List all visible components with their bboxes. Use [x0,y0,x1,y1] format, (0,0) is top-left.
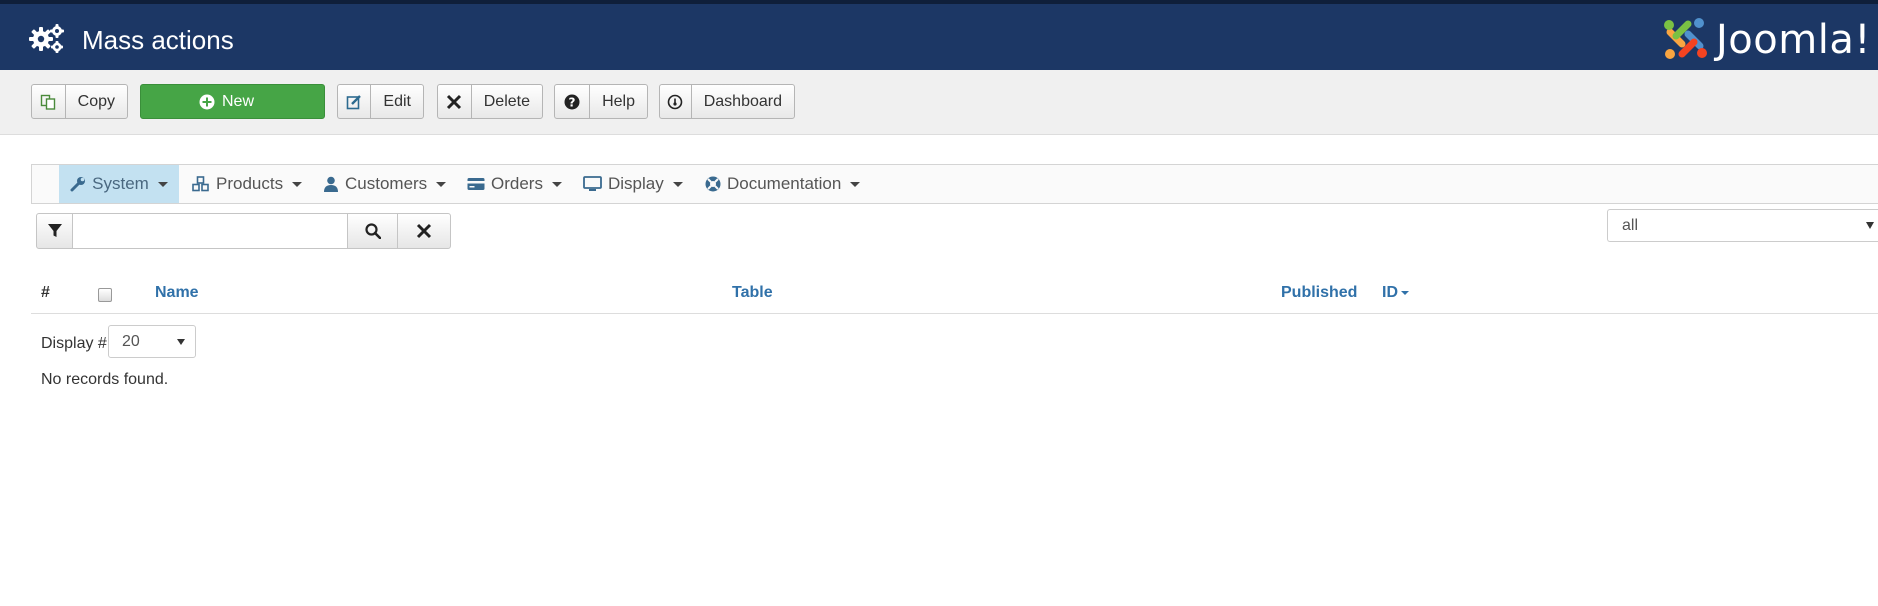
nav-customers-label: Customers [345,174,428,193]
column-number: # [41,284,50,301]
filter-toggle-button[interactable] [36,213,73,249]
chevron-down-icon [157,181,168,187]
delete-button[interactable]: Delete [437,84,543,119]
main-nav: System Products Customers Orders Display… [31,164,1878,204]
column-id[interactable]: ID [1382,284,1409,302]
copy-icon [32,85,66,118]
select-all-checkbox[interactable] [98,288,112,302]
empty-state-message: No records found. [41,371,169,388]
chevron-down-icon [292,181,303,187]
sort-desc-icon [1401,290,1409,295]
search-button[interactable] [347,213,398,249]
dashboard-button[interactable]: Dashboard [659,84,795,119]
column-id-label: ID [1382,284,1398,301]
help-button[interactable]: ? Help [554,84,648,119]
close-icon [416,223,432,239]
nav-orders[interactable]: Orders [467,165,562,203]
question-circle-icon: ? [555,85,591,118]
column-name[interactable]: Name [155,284,199,302]
published-filter-select[interactable]: all [1607,209,1878,242]
cubes-icon [192,176,209,192]
search-input[interactable] [72,213,348,249]
nav-system[interactable]: System [59,165,179,203]
chevron-down-icon [551,181,562,187]
nav-documentation-label: Documentation [727,174,842,193]
copy-button[interactable]: Copy [31,84,128,119]
edit-icon [338,85,372,118]
lifebuoy-icon [705,176,721,192]
chevron-down-icon [177,339,185,345]
header-bar: Mass actions Joomla! [0,0,1878,70]
edit-label: Edit [383,92,411,110]
delete-x-icon [438,85,472,118]
nav-products-label: Products [216,174,284,193]
nav-system-label: System [92,174,149,193]
new-button[interactable]: New [140,84,325,119]
toolbar: Copy New Edit Delete ? Help Dashboard [0,70,1878,135]
joomla-logo-icon [1664,18,1707,59]
clear-search-button[interactable] [397,213,451,249]
copy-label: Copy [77,92,115,110]
nav-display[interactable]: Display [583,165,683,203]
edit-button[interactable]: Edit [337,84,424,119]
display-limit-value: 20 [122,332,140,350]
chevron-down-icon [850,181,861,187]
monitor-icon [583,176,602,191]
nav-customers[interactable]: Customers [323,165,447,203]
display-limit-select[interactable]: 20 [108,325,196,358]
chevron-down-icon [672,181,683,187]
plus-circle-icon [199,85,215,118]
dashboard-label: Dashboard [703,92,782,110]
new-label: New [221,92,254,110]
help-label: Help [602,92,635,110]
credit-card-icon [467,178,485,190]
filter-icon [47,224,62,237]
chevron-down-icon [436,181,447,187]
page-title: Mass actions [82,25,234,55]
nav-products[interactable]: Products [192,165,303,203]
column-published[interactable]: Published [1281,284,1357,302]
wrench-icon [70,177,86,192]
gears-icon [29,24,64,53]
published-filter-value: all [1622,216,1639,234]
nav-orders-label: Orders [491,174,543,193]
dashboard-icon [660,85,692,118]
user-icon [324,176,338,192]
joomla-logo-text: Joomla! [1716,17,1871,63]
column-table[interactable]: Table [732,284,773,302]
search-icon [364,223,381,239]
display-limit-label: Display # [41,335,107,352]
nav-display-label: Display [608,174,664,193]
chevron-down-icon [1866,222,1874,229]
nav-documentation[interactable]: Documentation [705,165,861,203]
joomla-logo[interactable]: Joomla! [1660,14,1878,66]
table-header: # Name Table Published ID [31,280,1878,314]
svg-text:?: ? [569,95,576,109]
delete-label: Delete [483,92,530,110]
